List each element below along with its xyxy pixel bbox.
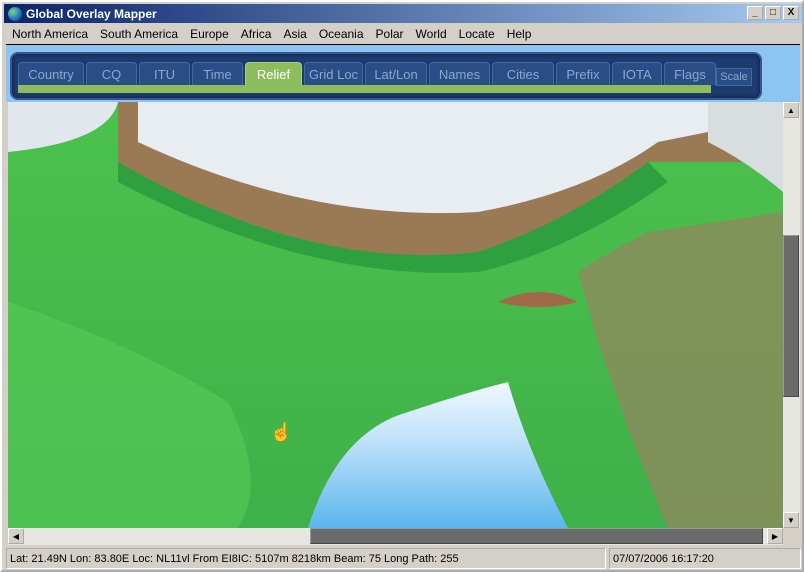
- menu-north-america[interactable]: North America: [6, 27, 94, 41]
- status-location-info: Lat: 21.49N Lon: 83.80E Loc: NL11vl From…: [6, 548, 606, 569]
- app-window: Global Overlay Mapper _ □ X North Americ…: [0, 0, 804, 572]
- tab-itu[interactable]: ITU: [139, 62, 190, 85]
- globe-icon: [8, 6, 22, 21]
- tab-cq[interactable]: CQ: [86, 62, 137, 85]
- relief-map[interactable]: ☝: [8, 102, 783, 528]
- menu-bar: North America South America Europe Africa As…: [6, 24, 537, 43]
- scroll-left-button[interactable]: ◀: [8, 528, 24, 544]
- vertical-scroll-thumb[interactable]: [783, 235, 799, 397]
- menu-help[interactable]: Help: [501, 27, 538, 41]
- tab-names[interactable]: Names: [429, 62, 490, 85]
- hand-cursor-icon: ☝: [270, 422, 293, 442]
- menu-south-america[interactable]: South America: [94, 27, 184, 41]
- tab-grid-loc[interactable]: Grid Loc: [304, 62, 363, 85]
- window-title: Global Overlay Mapper: [26, 6, 157, 21]
- scale-button[interactable]: Scale: [716, 68, 752, 86]
- menu-world[interactable]: World: [410, 27, 453, 41]
- scroll-down-button[interactable]: ▼: [783, 512, 799, 528]
- tab-prefix[interactable]: Prefix: [556, 62, 610, 85]
- vertical-scrollbar[interactable]: ▲ ▼: [783, 102, 800, 528]
- tab-time[interactable]: Time: [192, 62, 243, 85]
- menu-asia[interactable]: Asia: [277, 27, 312, 41]
- active-overlay-bar: [18, 85, 711, 93]
- status-datetime: 07/07/2006 16:17:20: [609, 548, 801, 569]
- tab-flags[interactable]: Flags: [664, 62, 716, 85]
- tab-relief[interactable]: Relief: [245, 62, 302, 85]
- tab-iota[interactable]: IOTA: [612, 62, 662, 85]
- minimize-button[interactable]: _: [747, 6, 763, 20]
- scroll-up-button[interactable]: ▲: [783, 102, 799, 118]
- menu-oceania[interactable]: Oceania: [313, 27, 370, 41]
- status-bar: Lat: 21.49N Lon: 83.80E Loc: NL11vl From…: [4, 547, 804, 570]
- toolbar-area: Country CQ ITU Time Relief Grid Loc Lat/Lon Nam…: [6, 44, 800, 102]
- relief-map-image: [8, 102, 783, 528]
- horizontal-scrollbar[interactable]: ◀ ▶: [8, 528, 783, 545]
- menu-africa[interactable]: Africa: [235, 27, 278, 41]
- overlay-panel: Country CQ ITU Time Relief Grid Loc Lat/Lon Nam…: [10, 52, 762, 100]
- overlay-tabs: Country CQ ITU Time Relief Grid Loc Lat/Lon Nam…: [18, 62, 716, 85]
- menu-locate[interactable]: Locate: [453, 27, 501, 41]
- title-bar[interactable]: Global Overlay Mapper _ □ X: [4, 4, 802, 23]
- scroll-right-button[interactable]: ▶: [767, 528, 783, 544]
- tab-lat-lon[interactable]: Lat/Lon: [365, 62, 427, 85]
- menu-europe[interactable]: Europe: [184, 27, 235, 41]
- maximize-button[interactable]: □: [765, 6, 781, 20]
- tab-country[interactable]: Country: [18, 62, 84, 85]
- menu-polar[interactable]: Polar: [370, 27, 410, 41]
- horizontal-scroll-thumb[interactable]: [310, 528, 763, 544]
- tab-cities[interactable]: Cities: [492, 62, 554, 85]
- close-button[interactable]: X: [783, 6, 799, 20]
